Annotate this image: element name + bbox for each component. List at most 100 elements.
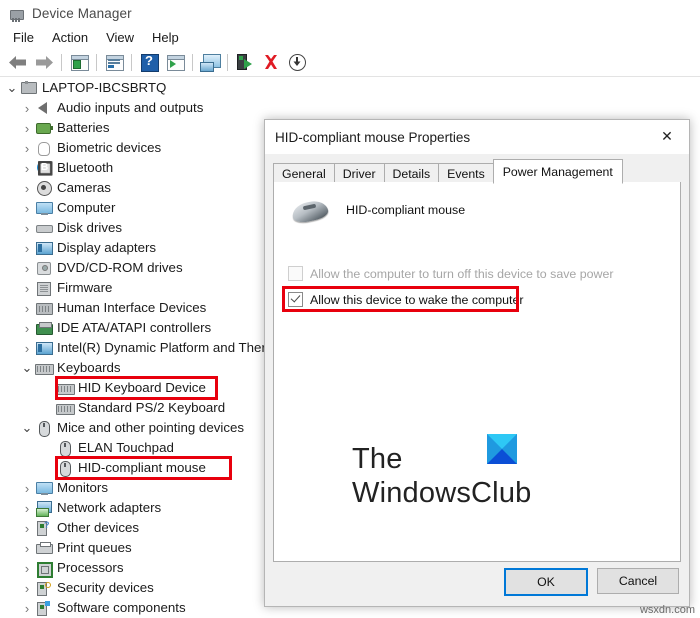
- battery-icon: [35, 120, 53, 136]
- tab-strip: General Driver Details Events Power Manageme…: [273, 159, 681, 184]
- tree-node[interactable]: › DVD/CD-ROM drives: [0, 258, 268, 278]
- chevron-down-icon[interactable]: ⌄: [4, 78, 20, 98]
- tree-node[interactable]: ›Standard PS/2 Keyboard: [0, 398, 268, 418]
- tree-node[interactable]: ›ELAN Touchpad: [0, 438, 268, 458]
- checkbox-turn-off-device[interactable]: Allow the computer to turn off this devi…: [288, 266, 614, 281]
- checkbox-wake-computer[interactable]: Allow this device to wake the computer: [288, 292, 524, 307]
- ok-button[interactable]: OK: [504, 568, 588, 596]
- update-driver-icon[interactable]: [198, 50, 222, 74]
- tree-node-label: Standard PS/2 Keyboard: [78, 400, 226, 415]
- checkbox-turn-off-device-label: Allow the computer to turn off this devi…: [310, 266, 614, 281]
- tree-node[interactable]: ›? Other devices: [0, 518, 268, 538]
- tree-node[interactable]: › Display adapters: [0, 238, 268, 258]
- menu-item-action[interactable]: Action: [43, 29, 97, 46]
- tree-node[interactable]: › Processors: [0, 558, 268, 578]
- tab-events[interactable]: Events: [438, 163, 494, 184]
- tab-general[interactable]: General: [273, 163, 335, 184]
- chevron-right-icon[interactable]: ›: [19, 98, 35, 118]
- chevron-right-icon[interactable]: ›: [19, 338, 35, 358]
- chevron-down-icon[interactable]: ⌄: [19, 418, 35, 438]
- tree-node[interactable]: ⌄ LAPTOP-IBCSBRTQ: [0, 78, 268, 98]
- tab-power-management[interactable]: Power Management: [492, 159, 623, 184]
- tree-node[interactable]: › Firmware: [0, 278, 268, 298]
- chevron-right-icon[interactable]: ›: [19, 278, 35, 298]
- show-hide-console-tree-icon[interactable]: [67, 50, 91, 74]
- tree-node[interactable]: › Biometric devices: [0, 138, 268, 158]
- tree-node-label: Batteries: [57, 120, 110, 135]
- tree-node[interactable]: ›B Bluetooth: [0, 158, 268, 178]
- chevron-right-icon[interactable]: ›: [19, 158, 35, 178]
- chevron-right-icon[interactable]: ›: [19, 118, 35, 138]
- tree-node[interactable]: ›HID-compliant mouse: [0, 458, 268, 478]
- disk-drive-icon: [35, 220, 53, 236]
- tree-node[interactable]: › Print queues: [0, 538, 268, 558]
- menu-item-file[interactable]: File: [4, 29, 43, 46]
- checkbox-turn-off-device-box[interactable]: [288, 266, 303, 281]
- tree-node[interactable]: › IDE ATA/ATAPI controllers: [0, 318, 268, 338]
- tree-node[interactable]: › Audio inputs and outputs: [0, 98, 268, 118]
- chevron-right-icon[interactable]: ›: [19, 178, 35, 198]
- tree-node-label: Biometric devices: [57, 140, 162, 155]
- chevron-right-icon[interactable]: ›: [19, 578, 35, 598]
- menu-item-view[interactable]: View: [97, 29, 143, 46]
- mouse-device-icon: [288, 196, 332, 225]
- tree-node-label: IDE ATA/ATAPI controllers: [57, 320, 212, 335]
- chevron-right-icon[interactable]: ›: [19, 478, 35, 498]
- tree-node[interactable]: ⌄ Keyboards: [0, 358, 268, 378]
- tree-node[interactable]: › Network adapters: [0, 498, 268, 518]
- properties-dialog: HID-compliant mouse Properties ✕ General…: [264, 119, 690, 607]
- tree-node[interactable]: ⌄ Mice and other pointing devices: [0, 418, 268, 438]
- enable-device-icon[interactable]: [233, 50, 257, 74]
- menu-item-help[interactable]: Help: [143, 29, 188, 46]
- tree-node[interactable]: › Batteries: [0, 118, 268, 138]
- tree-node[interactable]: › Monitors: [0, 478, 268, 498]
- chevron-right-icon[interactable]: ›: [19, 598, 35, 618]
- tree-node[interactable]: › Security devices: [0, 578, 268, 598]
- tree-node[interactable]: › Disk drives: [0, 218, 268, 238]
- chevron-right-icon[interactable]: ›: [19, 498, 35, 518]
- device-header: HID-compliant mouse: [288, 196, 465, 225]
- tree-node[interactable]: › Software components: [0, 598, 268, 618]
- help-icon[interactable]: ?: [137, 50, 161, 74]
- forward-arrow-icon[interactable]: [32, 50, 56, 74]
- hid-icon: [35, 300, 53, 316]
- cancel-button[interactable]: Cancel: [597, 568, 679, 594]
- chevron-right-icon[interactable]: ›: [19, 238, 35, 258]
- properties-icon[interactable]: [102, 50, 126, 74]
- tree-node[interactable]: ›HID Keyboard Device: [0, 378, 268, 398]
- computer-root-icon: [20, 80, 37, 96]
- tree-node[interactable]: › Human Interface Devices: [0, 298, 268, 318]
- chevron-right-icon[interactable]: ›: [19, 138, 35, 158]
- chevron-right-icon[interactable]: ›: [19, 558, 35, 578]
- bluetooth-icon: B: [35, 160, 52, 176]
- toolbar-separator: [227, 53, 228, 71]
- chevron-right-icon[interactable]: ›: [19, 298, 35, 318]
- chevron-right-icon[interactable]: ›: [19, 318, 35, 338]
- camera-icon: [35, 180, 52, 196]
- tree-node[interactable]: › Computer: [0, 198, 268, 218]
- chevron-right-icon[interactable]: ›: [19, 258, 35, 278]
- disable-device-icon[interactable]: [285, 50, 309, 74]
- scan-hardware-changes-icon[interactable]: [163, 50, 187, 74]
- chevron-right-icon[interactable]: ›: [19, 518, 35, 538]
- checkbox-wake-computer-box[interactable]: [288, 292, 303, 307]
- chevron-right-icon[interactable]: ›: [19, 538, 35, 558]
- speaker-icon: [35, 100, 52, 116]
- tree-node-label: Bluetooth: [57, 160, 114, 175]
- chevron-right-icon[interactable]: ›: [19, 218, 35, 238]
- tree-node-label: Print queues: [57, 540, 132, 555]
- back-arrow-icon[interactable]: [6, 50, 30, 74]
- close-icon[interactable]: ✕: [645, 120, 689, 153]
- tree-node[interactable]: › Intel(R) Dynamic Platform and Ther: [0, 338, 268, 358]
- mouse-icon: [35, 420, 52, 437]
- other-device-icon: ?: [35, 520, 52, 536]
- chevron-right-icon[interactable]: ›: [19, 198, 35, 218]
- tree-node[interactable]: › Cameras: [0, 178, 268, 198]
- tab-details[interactable]: Details: [383, 163, 440, 184]
- uninstall-device-icon[interactable]: [259, 50, 283, 74]
- device-tree[interactable]: ⌄ LAPTOP-IBCSBRTQ › Audio inputs and output…: [0, 78, 268, 618]
- ide-controller-icon: [35, 320, 53, 336]
- chevron-down-icon[interactable]: ⌄: [19, 358, 35, 378]
- tab-driver[interactable]: Driver: [333, 163, 385, 184]
- toolbar-separator: [61, 53, 62, 71]
